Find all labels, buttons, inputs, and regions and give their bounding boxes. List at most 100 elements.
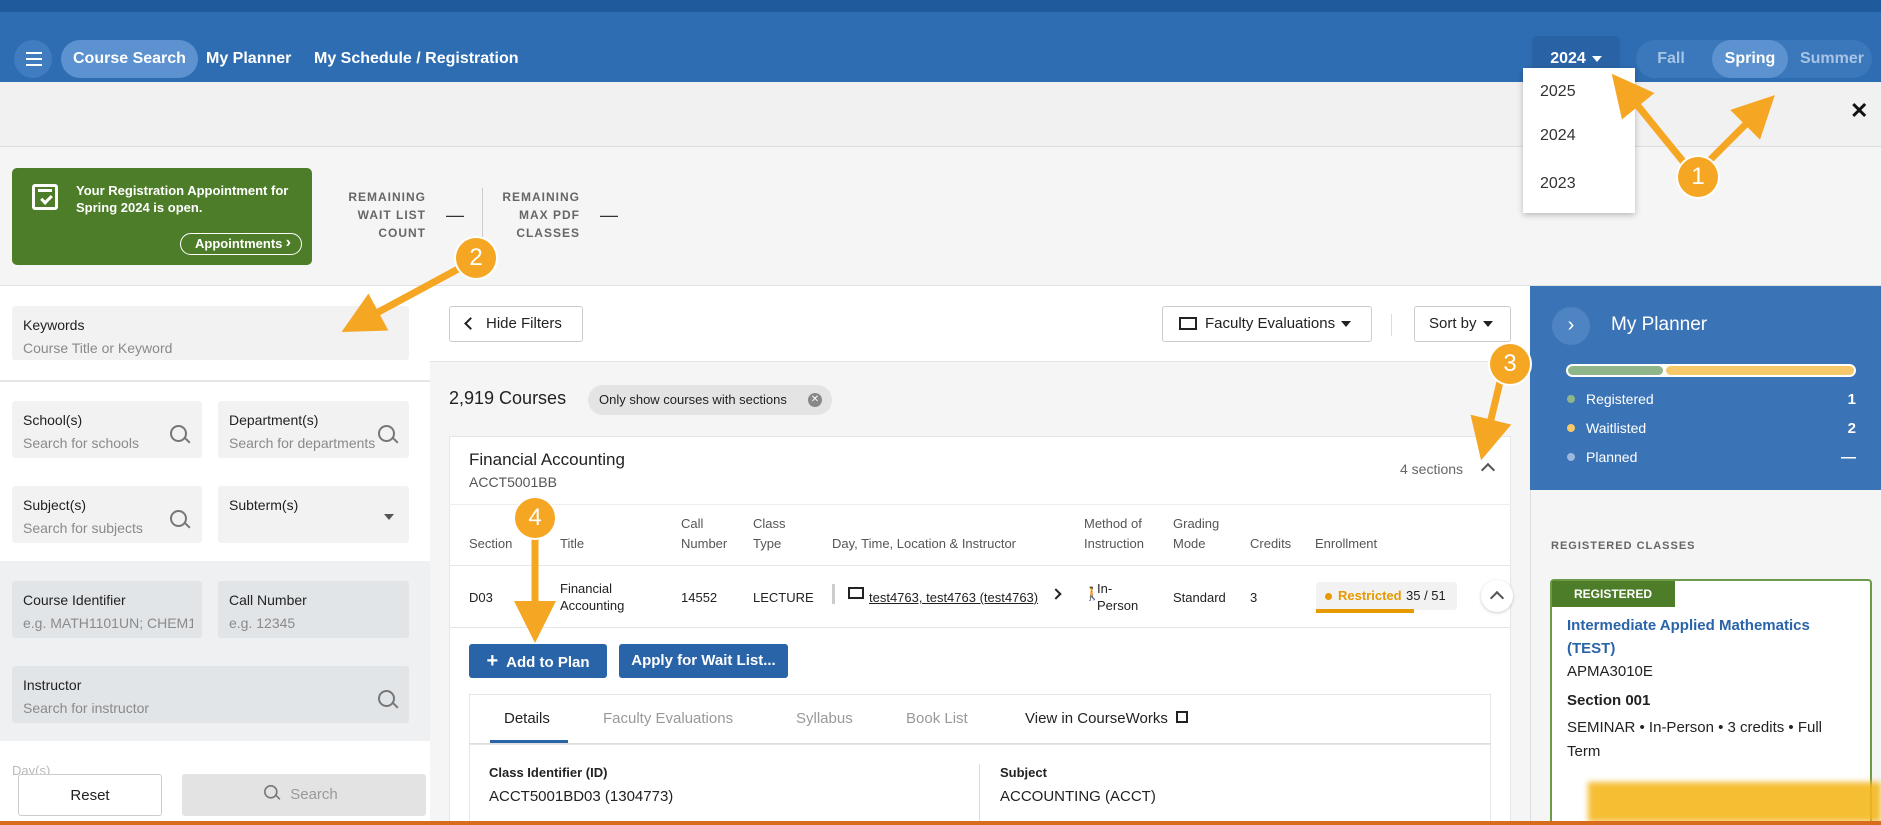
tab-details[interactable]: Details — [504, 710, 550, 727]
keywords-input[interactable]: Course Title or Keyword — [23, 340, 172, 356]
instructor-link[interactable]: test4763, test4763 (test4763) — [869, 589, 1038, 606]
schools-field[interactable]: School(s) Search for schools — [12, 401, 202, 458]
waitlisted-count: 2 — [1847, 420, 1856, 437]
subjects-input[interactable]: Search for subjects — [23, 520, 143, 536]
faculty-evaluations-button[interactable]: Faculty Evaluations — [1162, 306, 1372, 342]
apply-wait-list-button[interactable]: Apply for Wait List... — [619, 644, 788, 678]
chevron-left-icon — [464, 317, 477, 330]
max-pdf-label: REMAINING MAX PDF CLASSES — [490, 188, 580, 242]
enrollment-bar — [1316, 609, 1414, 613]
instructor-input[interactable]: Search for instructor — [23, 700, 149, 716]
tab-syllabus[interactable]: Syllabus — [796, 710, 853, 727]
reset-button[interactable]: Reset — [18, 774, 162, 816]
course-identifier-input[interactable]: e.g. MATH1101UN; CHEM1: — [23, 615, 193, 631]
registered-classes-heading: REGISTERED CLASSES — [1551, 540, 1696, 552]
registered-count: 1 — [1847, 391, 1856, 408]
presentation-icon — [848, 587, 864, 599]
year-option[interactable]: 2023 — [1523, 164, 1635, 212]
col-header-class-type: Class Type — [753, 516, 786, 551]
bottom-strip — [0, 821, 1881, 825]
year-dropdown: 2025 2024 2023 — [1523, 68, 1635, 213]
subject-value: ACCOUNTING (ACCT) — [1000, 788, 1156, 805]
departments-input[interactable]: Search for departments — [229, 435, 377, 451]
cell-grading: Standard — [1173, 590, 1226, 605]
courseworks-label: View in CourseWorks — [1025, 710, 1168, 727]
course-identifier-field[interactable]: Course Identifier e.g. MATH1101UN; CHEM1… — [12, 581, 202, 638]
nav-my-planner[interactable]: My Planner — [194, 40, 303, 78]
status-dot — [1325, 593, 1332, 600]
term-fall[interactable]: Fall — [1636, 40, 1706, 78]
year-option[interactable]: 2024 — [1523, 116, 1635, 164]
schools-input[interactable]: Search for schools — [23, 435, 139, 451]
cell-title: Financial Accounting — [560, 581, 625, 613]
term-spring[interactable]: Spring — [1712, 40, 1788, 78]
filter-panel — [0, 286, 430, 825]
annotation-badge: 4 — [515, 498, 555, 538]
divider — [449, 565, 1511, 566]
registered-course-link[interactable]: Intermediate Applied Mathematics (TEST) — [1567, 614, 1847, 660]
legend-dot — [1567, 395, 1575, 403]
cell-section: D03 — [469, 590, 493, 605]
active-tab-indicator — [490, 740, 568, 743]
add-to-plan-button[interactable]: + Add to Plan — [469, 644, 607, 678]
chevron-right-icon[interactable]: › — [1552, 307, 1590, 345]
term-summer[interactable]: Summer — [1792, 40, 1872, 78]
cell-credits: 3 — [1250, 590, 1258, 605]
col-header-enrollment: Enrollment — [1315, 536, 1378, 551]
sections-count[interactable]: 4 sections — [1400, 461, 1463, 477]
chevron-up-icon — [1489, 590, 1505, 606]
chip-label: Only show courses with sections — [599, 392, 787, 407]
departments-field[interactable]: Department(s) Search for departments — [218, 401, 409, 458]
field-label: Subterm(s) — [229, 497, 299, 513]
col-header-section: Section — [469, 536, 513, 551]
registered-course-code: APMA3010E — [1567, 663, 1653, 680]
hide-filters-button[interactable]: Hide Filters — [449, 306, 583, 342]
col-header-call-number: Call Number — [681, 516, 728, 551]
tab-view-in-courseworks[interactable]: View in CourseWorks — [1025, 710, 1189, 727]
keywords-field[interactable]: Keywords Course Title or Keyword — [12, 306, 409, 360]
close-icon[interactable]: ✕ — [1850, 98, 1868, 124]
tab-faculty-evaluations[interactable]: Faculty Evaluations — [603, 710, 733, 727]
divider — [0, 380, 430, 382]
stat-label-line: REMAINING — [502, 190, 580, 204]
call-number-field[interactable]: Call Number e.g. 12345 — [218, 581, 409, 638]
search-icon — [264, 785, 280, 801]
field-label: School(s) — [23, 412, 83, 428]
subterm-select[interactable]: Subterm(s) — [218, 486, 409, 543]
sort-by-button[interactable]: Sort by — [1414, 306, 1511, 342]
hide-filters-label: Hide Filters — [486, 315, 562, 332]
subject-label: Subject — [1000, 765, 1047, 780]
call-number-input[interactable]: e.g. 12345 — [229, 615, 295, 631]
caret-down-icon — [1591, 55, 1602, 62]
cell-class-type: LECTURE — [753, 590, 814, 605]
field-label: Instructor — [23, 677, 82, 693]
search-icon — [378, 690, 398, 710]
course-code: ACCT5001BB — [469, 474, 557, 490]
row-collapse-button[interactable] — [1481, 580, 1513, 612]
appointments-button[interactable]: Appointments — [180, 233, 302, 255]
year-option[interactable]: 2025 — [1523, 68, 1635, 116]
cell-call-number: 14552 — [681, 590, 718, 605]
instructor-field[interactable]: Instructor Search for instructor — [12, 666, 409, 723]
sections-filter-chip[interactable]: Only show courses with sections ✕ — [588, 385, 832, 415]
registered-section: Section 001 — [1567, 692, 1651, 709]
registered-progress — [1568, 366, 1663, 375]
divider — [449, 627, 1511, 628]
external-link-icon — [1176, 711, 1189, 723]
col-header-day-time: Day, Time, Location & Instructor — [832, 536, 1016, 551]
tab-book-list[interactable]: Book List — [906, 710, 968, 727]
add-to-plan-label: Add to Plan — [506, 654, 590, 671]
year-select-value: 2024 — [1550, 50, 1586, 67]
field-label: Keywords — [23, 317, 85, 333]
registered-label: Registered — [1586, 391, 1654, 407]
hamburger-menu-icon[interactable] — [14, 40, 52, 78]
faculty-evaluations-label: Faculty Evaluations — [1205, 315, 1336, 332]
plus-icon: + — [486, 650, 499, 672]
waitlist-count-value: — — [446, 205, 464, 225]
close-icon[interactable]: ✕ — [808, 393, 822, 407]
nav-schedule-registration[interactable]: My Schedule / Registration — [302, 40, 530, 78]
search-button[interactable]: Search — [182, 774, 426, 816]
stat-label-line: REMAINING — [348, 190, 426, 204]
nav-course-search[interactable]: Course Search — [61, 40, 198, 78]
subjects-field[interactable]: Subject(s) Search for subjects — [12, 486, 202, 543]
